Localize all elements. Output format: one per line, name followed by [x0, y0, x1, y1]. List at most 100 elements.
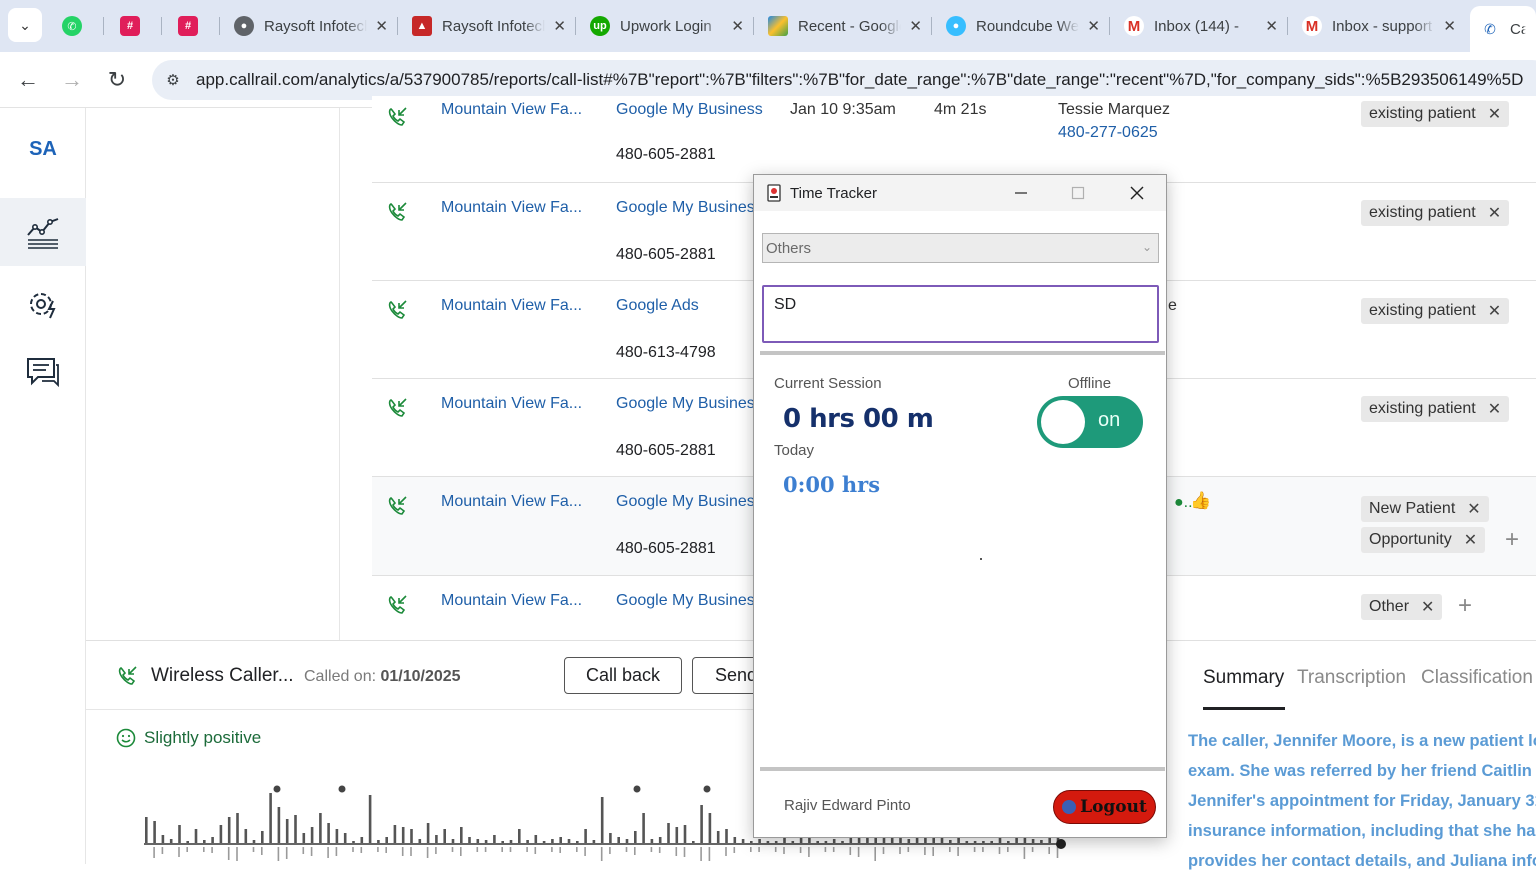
- waveform-bar: [277, 807, 281, 843]
- table-row[interactable]: Mountain View Fa... Google My Business J…: [372, 96, 1536, 182]
- tag-label: Other: [1369, 598, 1410, 615]
- source-link[interactable]: Google My Business: [616, 101, 766, 119]
- waveform-bar-lower: [1048, 847, 1050, 854]
- waveform-bar-lower: [335, 847, 338, 856]
- source-link[interactable]: Google My Business: [616, 395, 756, 413]
- source-link[interactable]: Google My Business: [616, 592, 756, 610]
- source-link[interactable]: Google My Business: [616, 199, 756, 217]
- waveform-bar: [683, 825, 687, 843]
- company-link[interactable]: Mountain View Fa...: [441, 297, 591, 315]
- waveform-bar-lower: [808, 847, 810, 857]
- tab-callrail-active[interactable]: ✆ Call: [1470, 6, 1536, 52]
- task-input[interactable]: SD: [762, 285, 1159, 343]
- tab-gmail-2[interactable]: M Inbox - support ✕: [1292, 6, 1466, 46]
- company-link[interactable]: Mountain View Fa...: [441, 199, 591, 217]
- time-tracker-titlebar[interactable]: Time Tracker: [754, 175, 1166, 211]
- contact-phone-link[interactable]: 480-277-0625: [1058, 124, 1158, 142]
- tab-summary[interactable]: Summary: [1203, 667, 1284, 689]
- waveform-bar: [733, 837, 737, 843]
- company-link[interactable]: Mountain View Fa...: [441, 101, 591, 119]
- reload-icon[interactable]: ↻: [103, 66, 131, 94]
- today-value: 0:00 hrs: [783, 472, 881, 497]
- contact-name: Tessie Marquez: [1058, 101, 1171, 118]
- gear-bolt-icon: [30, 293, 56, 319]
- waveform-bar: [219, 825, 223, 843]
- address-bar[interactable]: ⚙ app.callrail.com/analytics/a/537900785…: [152, 60, 1536, 100]
- waveform-bar-lower: [551, 847, 553, 852]
- company-link[interactable]: Mountain View Fa...: [441, 592, 591, 610]
- tab-slack-2[interactable]: #: [168, 6, 220, 46]
- tab-raysoft-2[interactable]: ▲ Raysoft Infotech ✕: [402, 6, 576, 46]
- remove-tag-icon[interactable]: ✕: [1488, 104, 1501, 124]
- waveform-bar: [178, 825, 181, 843]
- close-icon[interactable]: ✕: [731, 17, 744, 35]
- thumbs-up-icon[interactable]: 👍: [1190, 491, 1211, 511]
- close-icon[interactable]: [1122, 181, 1152, 205]
- back-icon[interactable]: ←: [14, 66, 42, 94]
- active-tab-underline: [1203, 707, 1285, 710]
- sidebar-item-settings[interactable]: [0, 272, 86, 336]
- call-back-button[interactable]: Call back: [564, 657, 682, 694]
- waveform-bar: [907, 839, 911, 843]
- company-link[interactable]: Mountain View Fa...: [441, 395, 591, 413]
- tab-search-button[interactable]: ⌄: [8, 8, 42, 42]
- minimize-icon[interactable]: [1006, 181, 1036, 205]
- waveform-bar-lower: [484, 847, 487, 852]
- waveform-bar-lower: [700, 847, 702, 861]
- url-text[interactable]: app.callrail.com/analytics/a/537900785/r…: [196, 70, 1536, 90]
- waveform-bar-lower: [236, 847, 238, 861]
- tab-roundcube[interactable]: ● Roundcube Webmail ✕: [936, 6, 1110, 46]
- account-avatar[interactable]: SA: [0, 138, 86, 161]
- waveform-bar-lower: [302, 847, 305, 854]
- tab-transcription[interactable]: Transcription: [1297, 667, 1406, 689]
- waveform-bar: [642, 813, 645, 843]
- tab-slack-1[interactable]: #: [110, 6, 162, 46]
- close-icon[interactable]: ✕: [375, 17, 388, 35]
- project-select[interactable]: Others ⌄: [762, 233, 1159, 263]
- globe-icon: ●: [234, 16, 254, 36]
- waveform-bar-lower: [907, 847, 910, 852]
- remove-tag-icon[interactable]: ✕: [1467, 499, 1480, 519]
- waveform-bar-lower: [401, 847, 404, 856]
- add-tag-icon[interactable]: +: [1458, 592, 1472, 620]
- waveform-bar: [393, 825, 397, 843]
- called-on-date: 01/10/2025: [380, 668, 461, 685]
- sidebar-item-analytics[interactable]: [0, 198, 86, 266]
- waveform-bar: [484, 840, 488, 843]
- offline-toggle[interactable]: on: [1037, 396, 1143, 448]
- source-link[interactable]: Google My Business: [616, 493, 756, 511]
- waveform-bar: [368, 795, 372, 843]
- close-icon[interactable]: ✕: [1087, 17, 1100, 35]
- waveform-bar: [343, 833, 347, 843]
- remove-tag-icon[interactable]: ✕: [1421, 597, 1434, 617]
- remove-tag-icon[interactable]: ✕: [1488, 399, 1501, 419]
- tab-raysoft-1[interactable]: ● Raysoft Infotech ✕: [224, 6, 398, 46]
- waveform-bar: [832, 839, 836, 843]
- waveform-bar: [675, 827, 679, 843]
- close-icon[interactable]: ✕: [553, 17, 566, 35]
- tab-whatsapp[interactable]: ✆: [52, 6, 104, 46]
- tab-google-drive[interactable]: Recent - Google Drive ✕: [758, 6, 932, 46]
- logout-button[interactable]: Logout: [1053, 790, 1156, 824]
- remove-tag-icon[interactable]: ✕: [1488, 203, 1501, 223]
- close-icon[interactable]: ✕: [1265, 17, 1278, 35]
- forward-icon[interactable]: →: [58, 66, 86, 94]
- tab-gmail-1[interactable]: M Inbox (144) - ✕: [1114, 6, 1288, 46]
- tab-upwork[interactable]: up Upwork Login ✕: [580, 6, 754, 46]
- add-tag-icon[interactable]: +: [1505, 526, 1519, 554]
- tag-chip: existing patient ✕: [1361, 396, 1510, 422]
- close-icon[interactable]: ✕: [909, 17, 922, 35]
- source-link[interactable]: Google Ads: [616, 297, 756, 315]
- sidebar-item-conversations[interactable]: [0, 340, 86, 404]
- waveform-bar: [1007, 841, 1010, 843]
- site-info-icon[interactable]: ⚙: [162, 69, 184, 91]
- waveform-bar-lower: [261, 847, 263, 855]
- company-link[interactable]: Mountain View Fa...: [441, 493, 591, 511]
- close-icon[interactable]: ✕: [1443, 17, 1456, 35]
- waveform-bar: [526, 840, 529, 843]
- remove-tag-icon[interactable]: ✕: [1488, 301, 1501, 321]
- remove-tag-icon[interactable]: ✕: [1464, 530, 1477, 550]
- drive-icon: [768, 16, 788, 36]
- tab-classification[interactable]: Classification: [1421, 667, 1533, 689]
- waveform-bar-lower: [634, 847, 636, 855]
